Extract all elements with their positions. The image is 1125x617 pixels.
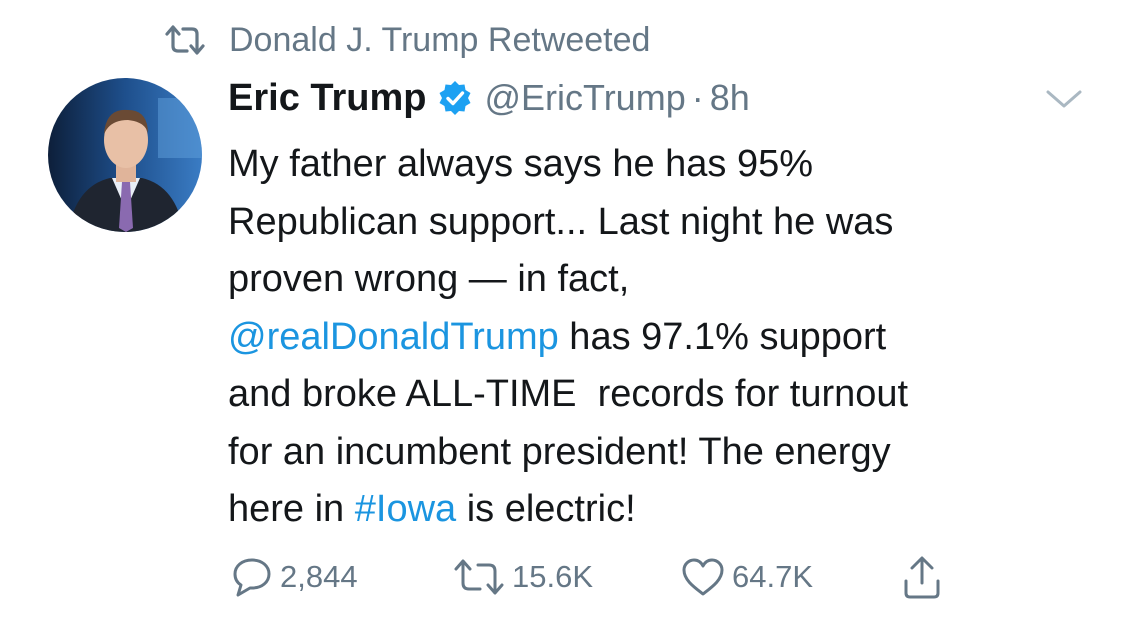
like-count: 64.7K: [732, 559, 814, 594]
chevron-down-icon[interactable]: [1044, 86, 1084, 112]
like-button[interactable]: 64.7K: [680, 553, 813, 601]
retweet-icon: [452, 555, 506, 599]
retweet-context-text: Donald J. Trump Retweeted: [229, 20, 651, 59]
hashtag-link[interactable]: #Iowa: [355, 488, 456, 530]
reply-count: 2,844: [280, 559, 358, 594]
tweet-text-segment: for an incumbent president! The energy: [228, 430, 891, 473]
tweet-text-segment: is electric!: [456, 488, 636, 530]
tweet-text-line: for an incumbent president! The energy: [228, 424, 1088, 482]
avatar[interactable]: [48, 78, 202, 232]
share-icon: [900, 553, 944, 601]
tweet-text-line: @realDonaldTrump has 97.1% support: [228, 309, 1088, 367]
verified-badge-icon: [437, 80, 473, 116]
heart-icon: [680, 555, 726, 599]
author-name[interactable]: Eric Trump: [228, 77, 427, 120]
tweet-text: My father always says he has 95% Republic…: [228, 136, 1088, 539]
tweet-text-segment: and broke ALL-TIME records for turnout: [228, 373, 909, 415]
time-separator: ·: [691, 77, 704, 118]
tweet-text-segment: here in: [228, 488, 355, 530]
tweet-text-line: here in #Iowa is electric!: [228, 481, 1088, 539]
tweet-text-line: Republican support... Last night he was: [228, 194, 1088, 252]
tweet-text-line: My father always says he has 95%: [228, 136, 1088, 194]
tweet-text-segment: My father always says he has 95%: [228, 143, 814, 185]
retweet-icon: [163, 24, 207, 56]
tweet-header: Eric Trump @EricTrump · 8h: [228, 72, 750, 124]
tweet-text-segment: Republican support... Last night he was: [228, 200, 894, 243]
tweet-text-line: and broke ALL-TIME records for turnout: [228, 366, 1088, 424]
retweet-count: 15.6K: [512, 559, 594, 594]
tweet-timestamp[interactable]: 8h: [710, 77, 750, 119]
reply-icon: [230, 555, 274, 599]
tweet-text-segment: proven wrong — in fact,: [228, 258, 630, 300]
author-handle[interactable]: @EricTrump: [485, 77, 686, 119]
tweet-text-line: proven wrong — in fact,: [228, 251, 1088, 309]
reply-button[interactable]: 2,844: [230, 553, 358, 601]
share-button[interactable]: [900, 553, 944, 601]
tweet-actions: 2,844 15.6K 64.7K: [230, 553, 990, 601]
tweet-card[interactable]: Donald J. Trump Retweeted Eric Trump @Er…: [0, 0, 1125, 617]
tweet-text-segment: has 97.1% support: [558, 315, 887, 358]
retweet-button[interactable]: 15.6K: [452, 553, 593, 601]
mention-link[interactable]: @realDonaldTrump: [228, 316, 559, 358]
retweet-context[interactable]: Donald J. Trump Retweeted: [163, 18, 650, 62]
